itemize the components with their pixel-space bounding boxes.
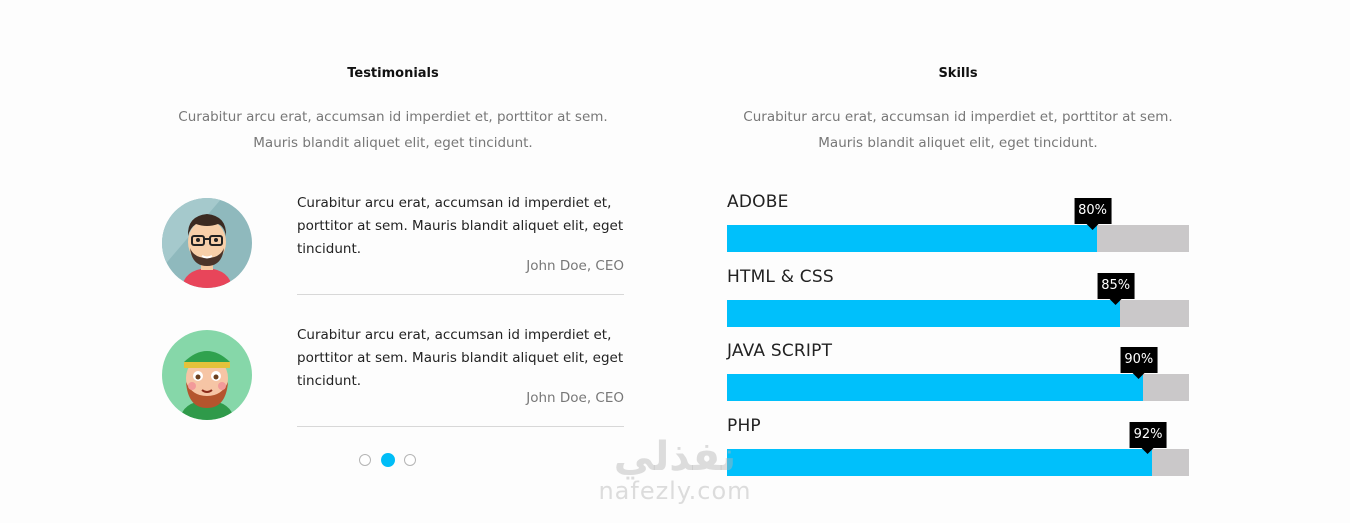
skill-label: HTML & CSS: [727, 267, 834, 287]
quote-line: Curabitur arcu erat, accumsan id imperdi…: [297, 195, 612, 211]
skill-html-css: HTML & CSS 85%: [727, 267, 1189, 327]
carousel-pagination: [359, 453, 429, 469]
skill-progress-track: [727, 374, 1189, 401]
skill-progress-fill: [727, 225, 1097, 252]
testimonial-divider: [297, 426, 624, 427]
skill-label: PHP: [727, 416, 761, 436]
skills-intro-line: Mauris blandit aliquet elit, eget tincid…: [818, 135, 1098, 151]
testimonial-quote: Curabitur arcu erat, accumsan id imperdi…: [297, 324, 627, 393]
skill-javascript: JAVA SCRIPT 90%: [727, 341, 1189, 401]
skill-percent-tooltip: 80%: [1074, 198, 1112, 230]
carousel-dot-1[interactable]: [359, 454, 371, 466]
testimonials-intro-line: Curabitur arcu erat, accumsan id imperdi…: [178, 109, 608, 125]
avatar-man-glasses-icon: [162, 198, 252, 288]
skill-percent-tooltip: 85%: [1097, 273, 1135, 305]
skills-intro-line: Curabitur arcu erat, accumsan id imperdi…: [743, 109, 1173, 125]
carousel-dot-2[interactable]: [381, 453, 395, 467]
quote-line: porttitor at sem. Mauris blandit aliquet…: [297, 218, 624, 234]
skill-percent-tooltip: 92%: [1129, 422, 1167, 454]
skill-progress-fill: [727, 300, 1120, 327]
testimonial-author: John Doe, CEO: [526, 390, 624, 406]
quote-line: porttitor at sem. Mauris blandit aliquet…: [297, 350, 624, 366]
skills-intro: Curabitur arcu erat, accumsan id imperdi…: [725, 104, 1191, 156]
skill-progress-track: [727, 449, 1189, 476]
testimonials-intro: Curabitur arcu erat, accumsan id imperdi…: [160, 104, 626, 156]
skill-percent-tooltip: 90%: [1120, 347, 1158, 379]
skills-title: Skills: [938, 66, 978, 81]
testimonials-title: Testimonials: [347, 66, 439, 81]
skill-label: JAVA SCRIPT: [727, 341, 833, 361]
skill-progress-fill: [727, 374, 1143, 401]
testimonial-author: John Doe, CEO: [526, 258, 624, 274]
quote-line: Curabitur arcu erat, accumsan id imperdi…: [297, 327, 612, 343]
skill-label: ADOBE: [727, 192, 789, 212]
skill-progress-track: [727, 225, 1189, 252]
carousel-dot-3[interactable]: [404, 454, 416, 466]
testimonials-intro-line: Mauris blandit aliquet elit, eget tincid…: [253, 135, 533, 151]
skill-adobe: ADOBE 80%: [727, 192, 1189, 252]
skill-php: PHP 92%: [727, 416, 1189, 476]
avatar-leprechaun-icon: [162, 330, 252, 420]
testimonial-divider: [297, 294, 624, 295]
skill-progress-fill: [727, 449, 1153, 476]
testimonial-quote: Curabitur arcu erat, accumsan id imperdi…: [297, 192, 627, 261]
